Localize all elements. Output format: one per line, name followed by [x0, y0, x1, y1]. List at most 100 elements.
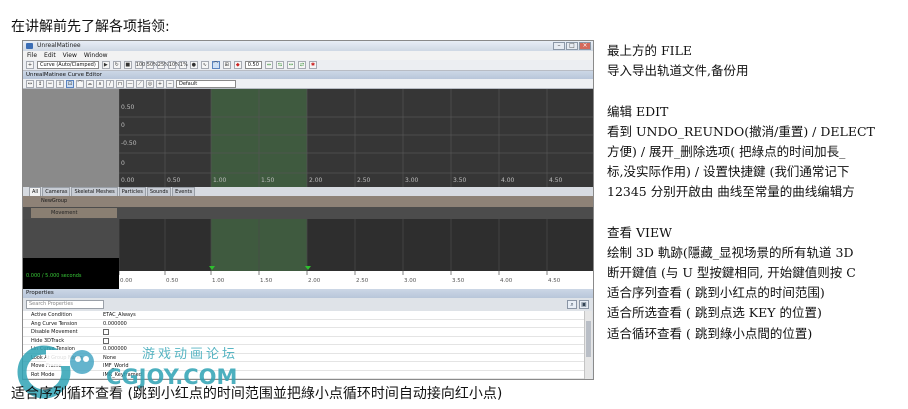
property-row[interactable]: Active Condition ETAC_Always [23, 311, 585, 320]
curve-mode-user-icon[interactable]: ⌓ [86, 79, 94, 88]
menu-window[interactable]: Window [84, 51, 108, 60]
curve-editor-icon[interactable]: ∿ [200, 61, 209, 69]
lock-icon[interactable]: ▣ [579, 300, 589, 309]
curve-x-tick-label: 1.00 [213, 177, 227, 184]
menu-file[interactable]: File [27, 51, 37, 60]
tab-sounds[interactable]: Sounds [146, 187, 172, 196]
director-icon[interactable]: ✱ [308, 61, 317, 69]
snap-size-select[interactable]: 0.50 [244, 61, 262, 69]
tab-cameras[interactable]: Cameras [42, 187, 71, 196]
properties-scrollbar[interactable] [584, 311, 592, 379]
show-all-icon[interactable]: ◎ [146, 79, 154, 88]
curve-graph[interactable]: 0.00 0.50 1.00 1.50 2.00 2.50 3.00 3.50 4.00 4.50… [119, 89, 593, 187]
group-row[interactable]: NewGroup [23, 196, 593, 207]
property-value[interactable]: IMF_World [103, 362, 223, 370]
note-line: 查看 VIEW [607, 224, 672, 240]
track-row[interactable]: Movement [23, 207, 593, 219]
curve-editor: 0.00 0.50 1.00 1.50 2.00 2.50 3.00 3.50 4.00 4.50… [23, 89, 593, 187]
sequence-status: 0.000 / 5.000 seconds [23, 258, 119, 289]
property-row[interactable]: Move Frame IMF_World [23, 362, 585, 371]
curve-mode-break-icon[interactable]: ∧ [96, 79, 104, 88]
properties-search-input[interactable]: Search Properties [26, 300, 104, 309]
notes-column: 最上方的 FILE 导入导出轨道文件,备份用 编辑 EDIT 看到 UNDO_REUN… [607, 41, 908, 344]
loop-sequence-icon[interactable]: ⇄ [297, 61, 306, 69]
note-line: 编辑 EDIT [607, 103, 669, 119]
menu-bar: File Edit View Window [23, 51, 593, 60]
curve-mode-auto-icon[interactable]: ⌒ [76, 79, 84, 88]
group-name: NewGroup [41, 198, 68, 204]
note-line: 方便) / 展开_删除选项( 把綠点的时间加長_ [607, 143, 846, 159]
curve-editor-title: UnrealMatinee Curve Editor [23, 71, 593, 79]
add-key-icon[interactable]: + [26, 61, 34, 69]
property-value[interactable]: 0.000000 [103, 345, 223, 353]
interp-mode-select[interactable]: Curve (Auto/Clamped) [37, 61, 99, 69]
create-tab-icon[interactable]: + [156, 79, 164, 88]
tab-skeletal-meshes[interactable]: Skeletal Meshes [71, 187, 118, 196]
speed-10-button[interactable]: 10% [167, 61, 180, 69]
scroll-thumb[interactable] [586, 321, 591, 357]
track-label: Movement [31, 208, 117, 218]
property-row[interactable]: Disable Movement [23, 328, 585, 337]
property-row[interactable]: Rot Mode IMR_Keyframed [23, 371, 585, 379]
speed-50-button[interactable]: 50% [145, 61, 158, 69]
track-timeline[interactable]: 0.00 0.50 1.00 1.50 2.00 2.50 3.00 3.50 4.00 4.50 [119, 219, 593, 289]
speed-25-button[interactable]: 25% [156, 61, 169, 69]
track-timeline-svg: 0.00 0.50 1.00 1.50 2.00 2.50 3.00 3.50 4.00 4.50 [119, 219, 593, 289]
property-checkbox[interactable] [103, 337, 109, 344]
property-value[interactable]: 0.000000 [103, 320, 223, 328]
tab-events[interactable]: Events [172, 187, 196, 196]
toggle-curves-icon[interactable]: ⌒ [211, 61, 220, 69]
property-name: Move Frame [31, 363, 62, 369]
straighten-icon[interactable]: ⟋ [136, 79, 144, 88]
fit-sequence-icon[interactable]: ⇔ [264, 61, 273, 69]
speed-100-button[interactable]: 100 [134, 61, 145, 69]
menu-edit[interactable]: Edit [44, 51, 56, 60]
note-spacer [607, 81, 908, 101]
fit-selected-icon[interactable]: ⇆ [275, 61, 284, 69]
curve-x-tick-label: 3.50 [453, 177, 467, 184]
app-icon [26, 43, 33, 49]
curve-x-tick-label: 3.00 [405, 177, 419, 184]
curve-mode-linear-icon[interactable]: / [106, 79, 114, 88]
flatten-icon[interactable]: — [126, 79, 134, 88]
speed-1-button[interactable]: 1% [178, 61, 188, 69]
fit-all-icon[interactable]: ⊡ [66, 79, 74, 88]
track-time-label: 3.00 [404, 278, 417, 284]
property-row[interactable]: Lin Curve Tension 0.000000 [23, 345, 585, 354]
property-row[interactable]: Ang Curve Tension 0.000000 [23, 320, 585, 328]
property-value[interactable]: IMR_Keyframed [103, 371, 223, 379]
pan-icon[interactable]: ↔ [26, 79, 34, 88]
camera-icon[interactable]: ◆ [233, 61, 242, 69]
search-icon[interactable]: ⌕ [567, 300, 577, 309]
note-line: 适合所选查看 ( 跳到点选 KEY 的位置) [607, 305, 822, 321]
delete-tab-icon[interactable]: − [166, 79, 174, 88]
track-time-label: 1.50 [260, 278, 273, 284]
minimize-icon[interactable]: – [553, 42, 565, 50]
close-icon[interactable]: × [579, 42, 591, 50]
property-row[interactable]: Look At Group Name None [23, 354, 585, 362]
fit-vertical-icon[interactable]: ⇳ [56, 79, 64, 88]
record-icon[interactable]: ● [189, 61, 198, 69]
curve-list-panel [23, 89, 119, 187]
property-value[interactable]: ETAC_Always [103, 311, 223, 319]
fit-loop-icon[interactable]: ↔ [286, 61, 295, 69]
loop-icon[interactable]: ↻ [112, 61, 121, 69]
curve-x-tick-label: 4.00 [501, 177, 515, 184]
property-checkbox[interactable] [103, 329, 109, 335]
track-time-label: 2.00 [308, 278, 321, 284]
fit-horizontal-icon[interactable]: ⇿ [46, 79, 54, 88]
tab-all[interactable]: All [29, 187, 42, 196]
maximize-icon[interactable]: □ [566, 42, 578, 50]
curve-mode-constant-icon[interactable]: ⊓ [116, 79, 124, 88]
play-icon[interactable]: ▶ [101, 61, 110, 69]
tab-particles[interactable]: Particles [118, 187, 146, 196]
menu-view[interactable]: View [63, 51, 77, 60]
curve-x-tick-label: 2.00 [309, 177, 323, 184]
property-value[interactable]: None [103, 354, 223, 362]
curve-preset-select[interactable]: Default [176, 79, 236, 88]
zoom-icon[interactable]: ↕ [36, 79, 44, 88]
properties-title: Properties [23, 289, 593, 298]
stop-icon[interactable]: ■ [123, 61, 132, 69]
snap-icon[interactable]: ⊞ [222, 61, 231, 69]
property-row[interactable]: Hide 3DTrack [23, 337, 585, 345]
